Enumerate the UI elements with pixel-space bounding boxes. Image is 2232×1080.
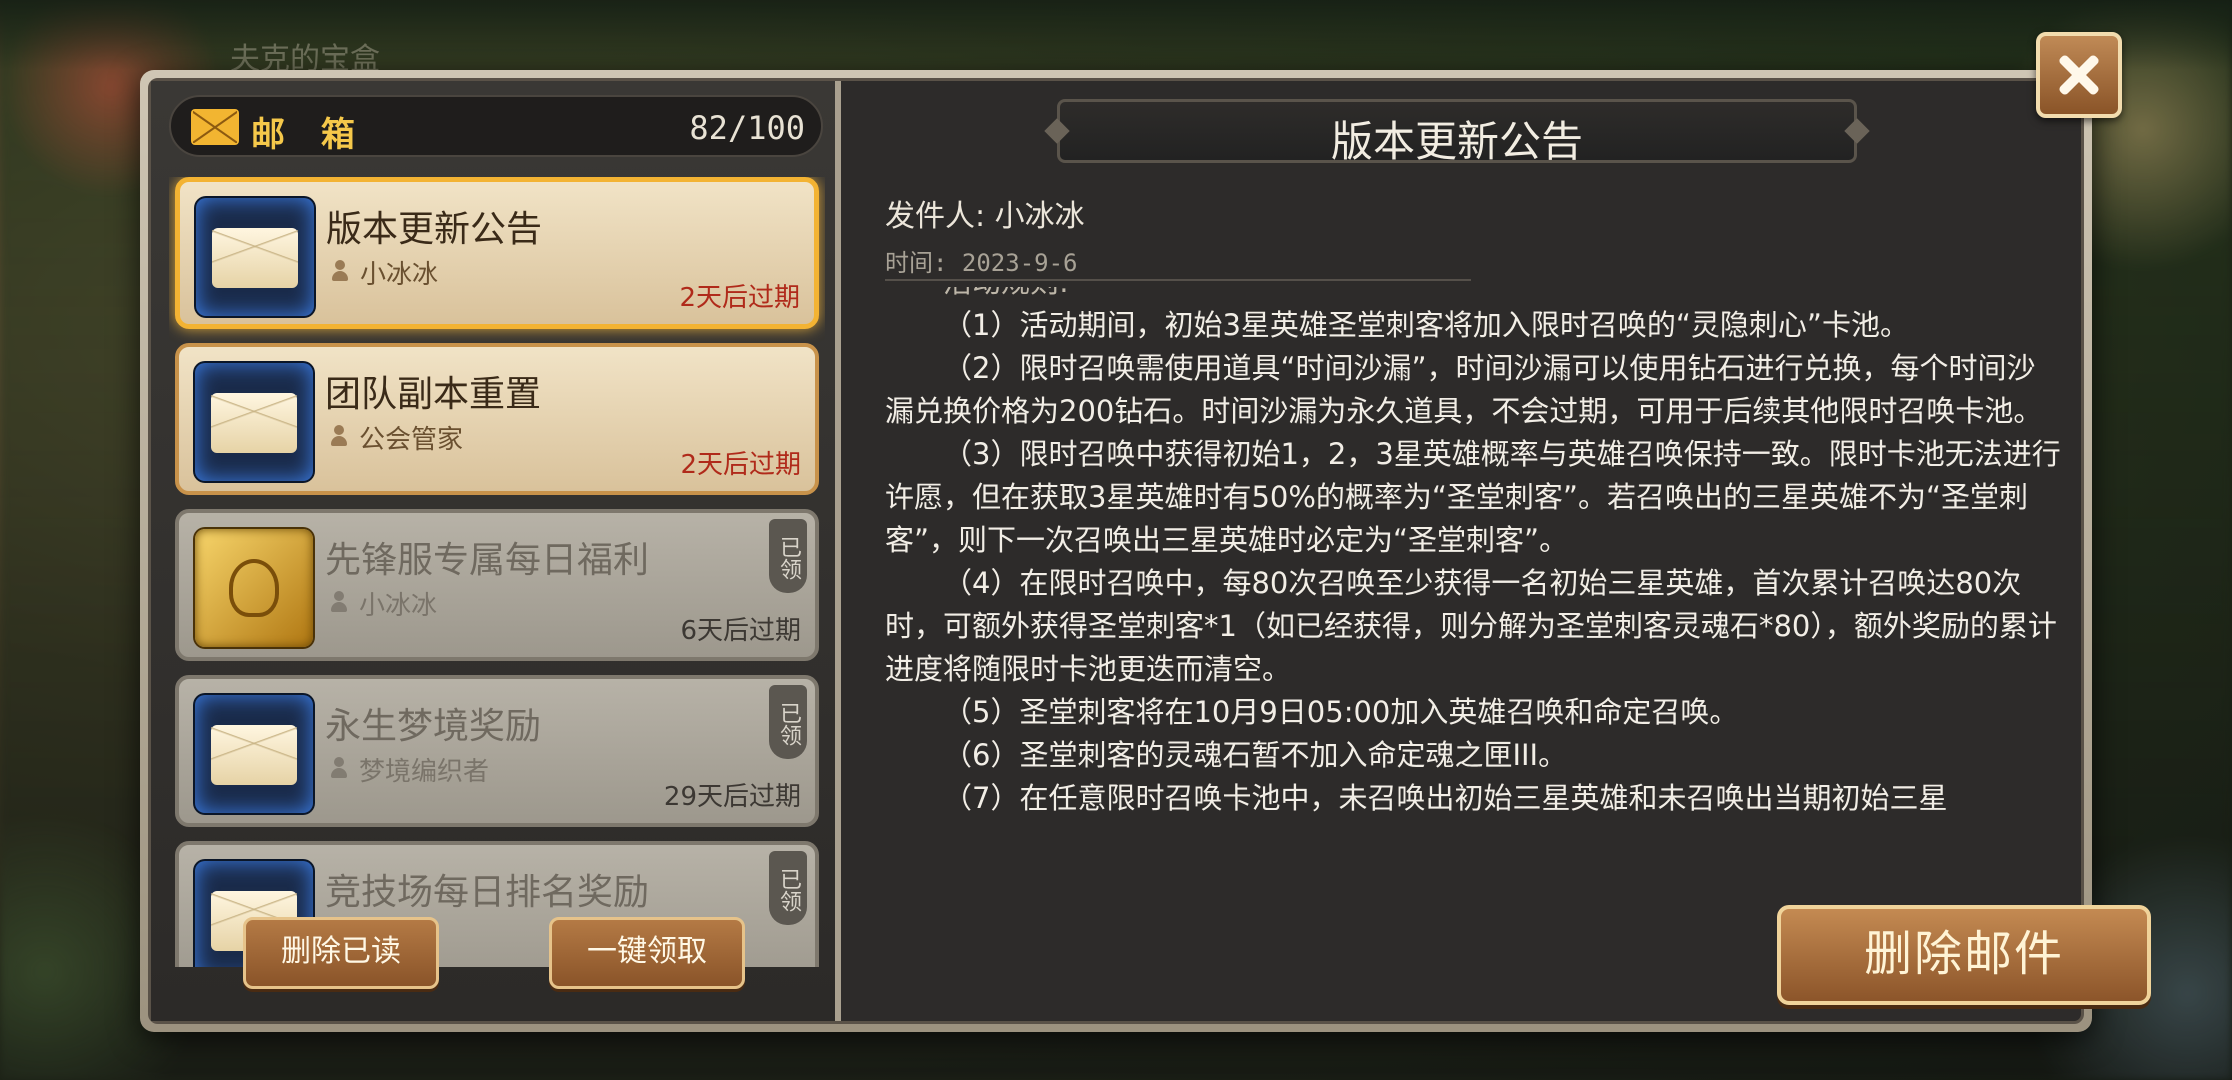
background-top-bar: 夫克的宝盒 [0,0,2232,77]
detail-paragraph: （5）圣堂刺客将在10月9日05:00加入英雄召唤和命定召唤。 [943,695,1739,729]
detail-title-banner: 版本更新公告 [1057,99,1857,166]
detail-paragraph: （2）限时召唤需使用道具“时间沙漏”，时间沙漏可以使用钻石进行兑换，每个时间沙漏… [885,351,2043,428]
mail-item-title: 永生梦境奖励 [325,706,542,747]
detail-title: 版本更新公告 [1330,117,1583,166]
mail-list-panel: 邮 箱 82/100 版本更新公告 小冰冰 2天后过期 团队副本重置 公会管家 … [151,81,841,1021]
mail-envelope-icon [195,363,313,481]
mail-item-sender: 小冰冰 [360,260,439,290]
mailbox-window: 邮 箱 82/100 版本更新公告 小冰冰 2天后过期 团队副本重置 公会管家 … [140,70,2151,1032]
mail-envelope-icon [196,198,314,316]
mail-item[interactable]: 永生梦境奖励 梦境编织者 29天后过期 已领 [175,675,819,827]
mailbox-header: 邮 箱 82/100 [169,95,823,157]
detail-body[interactable]: 活动规则: （1）活动期间，初始3星英雄圣堂刺客将加入限时召唤的“灵隐刺心”卡池… [885,287,2061,935]
person-icon [331,757,347,779]
mail-item-expire: 6天后过期 [680,616,801,646]
envelope-icon [191,109,239,145]
mail-item-title: 版本更新公告 [326,209,543,250]
mail-item[interactable]: 版本更新公告 小冰冰 2天后过期 [175,177,819,329]
claimed-badge: 已领 [769,851,807,925]
mailbox-title: 邮 箱 [251,115,367,155]
mail-item-expire: 2天后过期 [679,283,800,313]
detail-divider [885,279,1471,281]
person-icon [332,260,348,282]
delete-mail-button[interactable]: 删除邮件 [1777,905,2151,1005]
delete-read-button[interactable]: 删除已读 [243,917,439,989]
mail-item-expire: 29天后过期 [663,782,801,812]
mail-item-sender: 梦境编织者 [359,757,490,787]
mail-item-sender: 公会管家 [359,425,464,455]
mailbox-window-inner: 邮 箱 82/100 版本更新公告 小冰冰 2天后过期 团队副本重置 公会管家 … [148,78,2151,1024]
detail-paragraph: （3）限时召唤中获得初始1，2，3星英雄概率与英雄召唤保持一致。限时卡池无法进行… [885,437,2061,557]
mail-item[interactable]: 团队副本重置 公会管家 2天后过期 [175,343,819,495]
detail-paragraph: （4）在限时召唤中，每80次召唤至少获得一名初始三星英雄，首次累计召唤达80次时… [885,566,2057,686]
mail-item-expire: 2天后过期 [680,450,801,480]
mail-item[interactable]: 先锋服专属每日福利 小冰冰 6天后过期 已领 [175,509,819,661]
detail-sender: 发件人: 小冰冰 [885,199,1085,234]
detail-paragraph: （1）活动期间，初始3星英雄圣堂刺客将加入限时召唤的“灵隐刺心”卡池。 [943,308,1909,342]
mail-item-title: 团队副本重置 [325,374,542,415]
mail-detail-panel: 版本更新公告 发件人: 小冰冰 时间: 2023-9-6 活动规则: （1）活动… [847,81,2151,1021]
claimed-badge: 已领 [769,685,807,759]
detail-cut-line: 活动规则: [885,287,2061,304]
gold-card-icon [195,529,313,647]
mail-item-title: 竞技场每日排名奖励 [325,872,650,913]
detail-paragraph: （7）在任意限时召唤卡池中，未召唤出初始三星英雄和未召唤出当期初始三星 [943,781,1948,815]
claim-all-button[interactable]: 一键领取 [549,917,745,989]
person-icon [331,425,347,447]
close-icon[interactable] [2036,32,2122,118]
mail-count: 82/100 [689,109,805,147]
mail-list[interactable]: 版本更新公告 小冰冰 2天后过期 团队副本重置 公会管家 2天后过期 先锋服专属… [169,177,825,967]
mail-item-sender: 小冰冰 [359,591,438,621]
mail-item-title: 先锋服专属每日福利 [325,540,650,581]
detail-paragraph: （6）圣堂刺客的灵魂石暂不加入命定魂之匣III。 [943,738,1568,772]
person-icon [331,591,347,613]
mail-envelope-icon [195,695,313,813]
claimed-badge: 已领 [769,519,807,593]
detail-time: 时间: 2023-9-6 [885,249,1078,277]
